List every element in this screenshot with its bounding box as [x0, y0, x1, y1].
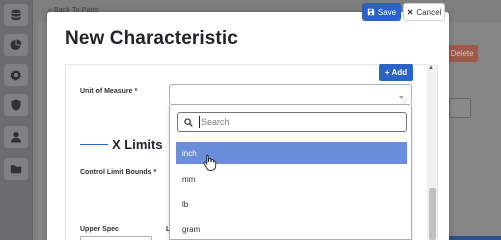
- sidebar: [0, 0, 33, 240]
- background-bar: [446, 236, 501, 240]
- scrollbar-thumb[interactable]: [429, 188, 436, 240]
- sidebar-item-security[interactable]: [4, 94, 28, 116]
- add-unit-button[interactable]: + Add: [379, 64, 413, 81]
- gear-icon: [10, 69, 21, 81]
- save-button[interactable]: Save: [362, 3, 401, 21]
- folder-icon: [10, 165, 22, 174]
- cancel-button[interactable]: ✕ Cancel: [403, 3, 445, 21]
- option-mm[interactable]: mm: [176, 168, 407, 190]
- sidebar-item-files[interactable]: [4, 158, 28, 180]
- chevron-down-icon: ⌄: [397, 90, 405, 100]
- hand-cursor-icon: [203, 154, 217, 171]
- upper-spec-input[interactable]: [80, 236, 152, 240]
- user-icon: [11, 131, 21, 143]
- close-icon: ✕: [406, 7, 414, 17]
- database-icon: [11, 9, 21, 21]
- unit-of-measure-select[interactable]: ⌄: [169, 84, 412, 105]
- sidebar-item-charts[interactable]: [4, 34, 28, 56]
- heading-rule-left: [80, 144, 108, 145]
- chart-pie-icon: [10, 39, 22, 50]
- cancel-label: Cancel: [416, 7, 442, 17]
- unit-dropdown-menu: inch mm lb gram: [169, 105, 412, 240]
- x-limits-heading: X Limits: [80, 137, 163, 152]
- sidebar-item-users[interactable]: [4, 126, 28, 148]
- option-gram[interactable]: gram: [176, 218, 407, 240]
- x-limits-title: X Limits: [112, 137, 163, 152]
- shield-icon: [11, 99, 21, 111]
- add-label: Add: [391, 68, 408, 77]
- sidebar-item-database[interactable]: [4, 4, 28, 26]
- sidebar-item-settings[interactable]: [4, 64, 28, 86]
- floppy-disk-icon: [367, 8, 375, 16]
- dropdown-search-box[interactable]: [177, 112, 407, 132]
- option-lb[interactable]: lb: [176, 193, 407, 215]
- search-icon: [184, 118, 193, 127]
- upper-spec-label: Upper Spec: [80, 226, 119, 233]
- control-limit-bounds-label: Control Limit Bounds *: [80, 169, 157, 176]
- unit-of-measure-label: Unit of Measure *: [80, 88, 138, 95]
- scroll-up-arrow-icon[interactable]: ▲: [428, 65, 434, 71]
- plus-icon: +: [384, 68, 390, 77]
- search-input[interactable]: [199, 116, 399, 128]
- save-label: Save: [377, 7, 397, 17]
- background-field: [449, 98, 471, 118]
- modal-title: New Characteristic: [65, 28, 238, 49]
- delete-button[interactable]: Delete: [446, 45, 478, 62]
